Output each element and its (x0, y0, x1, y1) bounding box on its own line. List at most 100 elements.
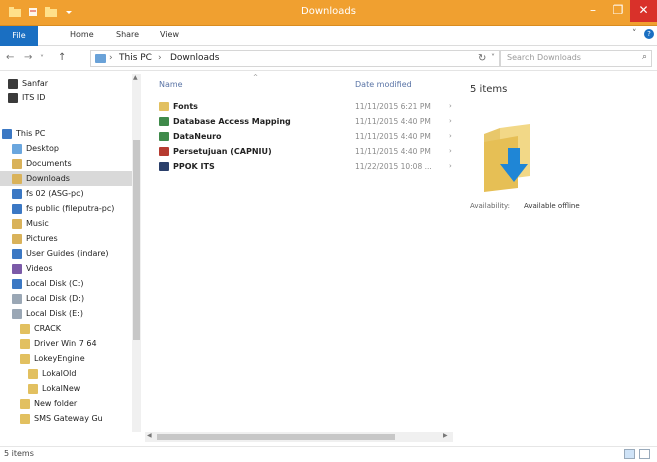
forward-button[interactable]: → (24, 52, 32, 63)
file-date-modified: 11/11/2015 4:40 PM (355, 117, 431, 126)
sidebar-item-label: CRACK (34, 324, 61, 333)
availability-label: Availability: (470, 202, 511, 210)
scroll-thumb[interactable] (133, 140, 140, 340)
maximize-button[interactable]: ❐ (606, 0, 630, 22)
sidebar-item[interactable]: Desktop (0, 141, 133, 156)
minimize-button[interactable]: – (580, 0, 606, 22)
tab-share[interactable]: Share (116, 30, 139, 39)
sidebar-item[interactable]: Local Disk (D:) (0, 291, 133, 306)
breadcrumb-downloads[interactable]: Downloads (170, 53, 219, 63)
sidebar-item-icon (12, 188, 22, 199)
sidebar-item[interactable]: fs public (fileputra-pc) (0, 201, 133, 216)
scroll-up-icon[interactable]: ▲ (133, 74, 138, 81)
sidebar-item[interactable]: Driver Win 7 64 (0, 336, 133, 351)
sidebar-item-label: LokalNew (42, 384, 81, 393)
search-input[interactable]: Search Downloads ⌕ (500, 50, 652, 67)
sidebar-item-label: Pictures (26, 234, 58, 243)
availability-value: Available offline (524, 202, 580, 210)
sidebar-item-icon (12, 293, 22, 304)
large-icons-view-icon[interactable] (639, 449, 650, 459)
file-icon (159, 102, 169, 111)
file-row[interactable]: PPOK ITS 11/22/2015 10:08 ... › (159, 160, 459, 174)
column-header-name[interactable]: Name (159, 80, 183, 89)
refresh-button[interactable]: ↻ (478, 53, 486, 64)
address-dropdown-icon[interactable]: ˅ (491, 53, 495, 62)
file-icon (159, 147, 169, 156)
sidebar-item-label: New folder (34, 399, 78, 408)
help-icon[interactable]: ? (644, 29, 654, 39)
file-date-modified: 11/11/2015 4:40 PM (355, 147, 431, 156)
file-name: Fonts (173, 102, 198, 111)
breadcrumb-separator[interactable]: › (158, 53, 162, 63)
expand-ribbon-icon[interactable]: ˅ (632, 29, 637, 39)
sidebar-item-icon (12, 248, 22, 259)
sidebar-item[interactable]: Videos (0, 261, 133, 276)
sidebar-item-icon (12, 173, 22, 184)
back-button[interactable]: ← (6, 52, 14, 63)
sidebar-item[interactable]: Local Disk (C:) (0, 276, 133, 291)
sidebar-item[interactable]: This PC (0, 126, 133, 141)
up-button[interactable]: ↑ (58, 52, 66, 63)
file-row[interactable]: Persetujuan (CAPNIU) 11/11/2015 4:40 PM › (159, 145, 459, 159)
sidebar-item[interactable]: User Guides (indare) (0, 246, 133, 261)
file-row[interactable]: Database Access Mapping 11/11/2015 4:40 P… (159, 115, 459, 129)
file-date-modified: 11/11/2015 6:21 PM (355, 102, 431, 111)
breadcrumb-this-pc[interactable]: This PC (119, 53, 152, 63)
sidebar-item-icon (2, 128, 12, 139)
column-header-date-modified[interactable]: Date modified (355, 80, 412, 89)
sidebar-item-icon (12, 263, 22, 274)
sidebar-item-label: Downloads (26, 174, 70, 183)
search-icon[interactable]: ⌕ (642, 52, 647, 62)
file-column-overflow: › (449, 102, 452, 110)
details-view-icon[interactable] (624, 449, 635, 459)
tab-home[interactable]: Home (70, 30, 94, 39)
file-column-overflow: › (449, 117, 452, 125)
file-row[interactable]: DataNeuro 11/11/2015 4:40 PM › (159, 130, 459, 144)
sidebar-item-icon (8, 92, 18, 103)
sidebar-item[interactable]: Sanfar (0, 76, 133, 91)
sidebar-item[interactable]: Documents (0, 156, 133, 171)
sidebar-item[interactable]: fs 02 (ASG-pc) (0, 186, 133, 201)
file-name: Persetujuan (CAPNIU) (173, 147, 272, 156)
sidebar-item[interactable]: ITS ID (0, 90, 133, 105)
sidebar-item[interactable]: LokalNew (0, 381, 133, 396)
horizontal-scrollbar[interactable]: ◀ ▶ (145, 432, 453, 442)
sidebar-item-label: Music (26, 219, 49, 228)
file-column-overflow: › (449, 132, 452, 140)
sidebar-item-icon (12, 143, 22, 154)
sidebar-item[interactable]: LokalOld (0, 366, 133, 381)
sidebar-item[interactable]: Downloads (0, 171, 133, 186)
sidebar-item-icon (12, 203, 22, 214)
scroll-thumb[interactable] (157, 434, 395, 440)
sidebar-item[interactable]: CRACK (0, 321, 133, 336)
sidebar-item-label: Driver Win 7 64 (34, 339, 97, 348)
recent-locations-button[interactable]: ˅ (40, 54, 44, 63)
sidebar-item[interactable]: SMS Gateway Gu (0, 411, 133, 426)
sidebar-item[interactable]: Pictures (0, 231, 133, 246)
sidebar-item-icon (20, 353, 30, 364)
file-column-overflow: › (449, 147, 452, 155)
sidebar-item[interactable]: Music (0, 216, 133, 231)
sidebar-item[interactable]: LokeyEngine (0, 351, 133, 366)
file-name: PPOK ITS (173, 162, 215, 171)
details-pane: 5 items Availability: Available offline (460, 72, 657, 450)
tab-view[interactable]: View (160, 30, 179, 39)
navigation-scrollbar[interactable]: ▲ (132, 74, 141, 432)
sidebar-item[interactable]: Local Disk (E:) (0, 306, 133, 321)
scroll-left-icon[interactable]: ◀ (147, 432, 152, 439)
close-button[interactable]: ✕ (630, 0, 657, 22)
search-placeholder: Search Downloads (507, 53, 581, 62)
file-date-modified: 11/22/2015 10:08 ... (355, 162, 432, 171)
status-text: 5 items (4, 449, 34, 458)
file-tab[interactable]: File (0, 26, 38, 46)
sidebar-item-label: LokalOld (42, 369, 77, 378)
sidebar-item-label: Local Disk (E:) (26, 309, 83, 318)
breadcrumb-separator[interactable]: › (109, 53, 113, 63)
sidebar-item-icon (20, 323, 30, 334)
address-bar[interactable]: › This PC › Downloads ˅ (90, 50, 500, 67)
file-row[interactable]: Fonts 11/11/2015 6:21 PM › (159, 100, 459, 114)
scroll-right-icon[interactable]: ▶ (443, 432, 448, 439)
sidebar-item-icon (20, 398, 30, 409)
sidebar-item[interactable]: New folder (0, 396, 133, 411)
file-date-modified: 11/11/2015 4:40 PM (355, 132, 431, 141)
